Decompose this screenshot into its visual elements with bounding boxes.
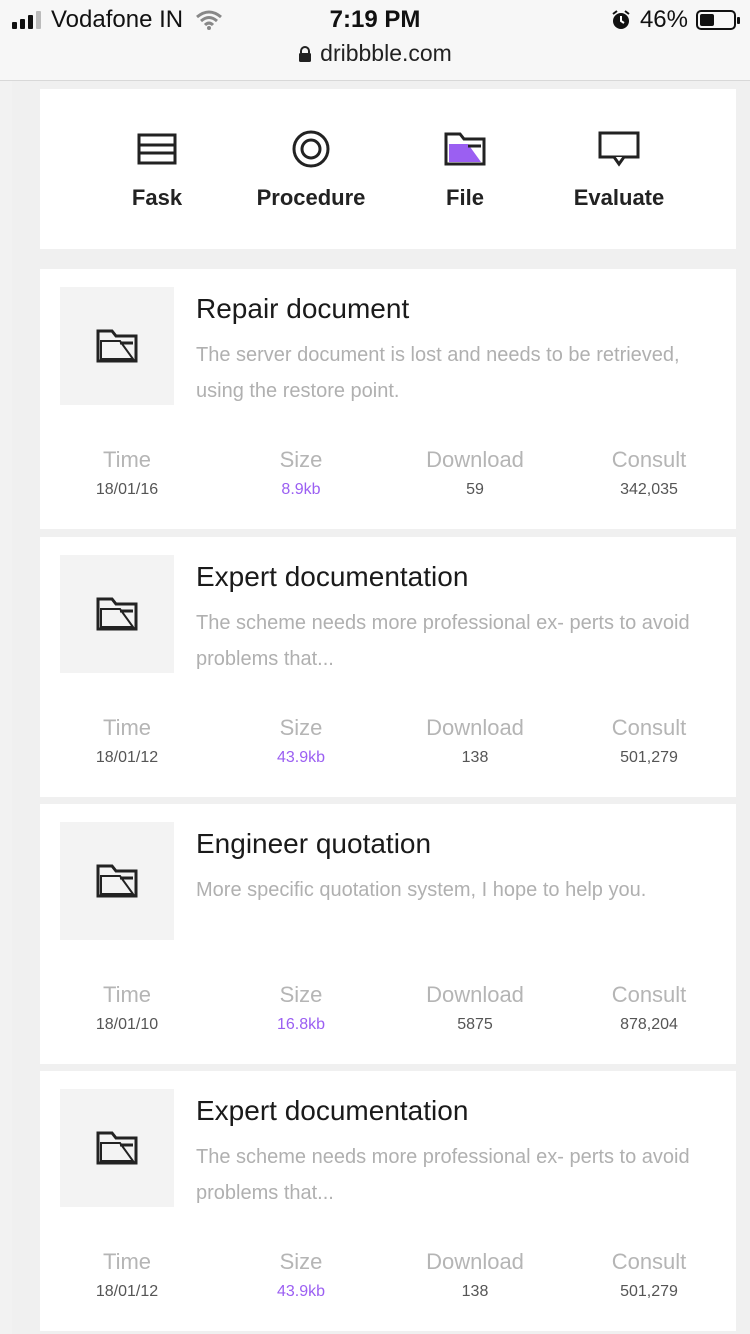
stat-size: Size 16.8kb: [236, 964, 366, 1054]
stat-value: 18/01/10: [95, 1016, 159, 1033]
stat-label: Size: [279, 1249, 323, 1274]
stat-value: 59: [466, 481, 484, 498]
document-thumbnail: [60, 1089, 174, 1207]
card-description: The scheme needs more professional ex- p…: [196, 1146, 690, 1204]
target-icon: [289, 127, 333, 171]
nav-label-fask: Fask: [131, 185, 183, 210]
stat-value: 43.9kb: [276, 1283, 326, 1300]
stat-label: Size: [279, 447, 323, 472]
category-nav: Fask Procedure File Evaluate: [40, 89, 736, 249]
document-card[interactable]: Repair document The server document is l…: [40, 269, 736, 529]
stat-download: Download 138: [410, 1231, 540, 1321]
nav-item-file[interactable]: File: [400, 127, 530, 211]
nav-item-evaluate[interactable]: Evaluate: [554, 127, 684, 211]
stat-value: 342,035: [620, 481, 678, 498]
stat-download: Download 138: [410, 697, 540, 787]
stat-label: Time: [102, 982, 152, 1007]
status-right: 46%: [610, 6, 740, 34]
stat-value: 5875: [457, 1016, 493, 1033]
stat-time: Time 18/01/12: [62, 1231, 192, 1321]
stat-time: Time 18/01/10: [62, 964, 192, 1054]
stat-label: Download: [426, 982, 524, 1007]
card-stats: Time 18/01/10 Size 16.8kb Download 5875 …: [40, 964, 736, 1054]
battery-icon: [696, 10, 740, 30]
stat-consult: Consult 501,279: [584, 1231, 714, 1321]
stat-value: 138: [461, 1283, 489, 1300]
document-thumbnail: [60, 287, 174, 405]
card-stats: Time 18/01/12 Size 43.9kb Download 138 C…: [40, 1231, 736, 1321]
stat-label: Size: [279, 715, 323, 740]
card-description: More specific quotation system, I hope t…: [196, 879, 647, 901]
document-card[interactable]: Expert documentation The scheme needs mo…: [40, 1071, 736, 1331]
lock-icon: [299, 45, 312, 62]
stat-label: Size: [279, 982, 323, 1007]
stat-value: 43.9kb: [276, 749, 326, 766]
status-bar: Vodafone IN 7:19 PM 46% dribbble.com: [0, 0, 750, 81]
document-thumbnail: [60, 555, 174, 673]
card-title: Engineer quotation: [196, 828, 432, 859]
stat-value: 138: [461, 749, 489, 766]
card-stats: Time 18/01/16 Size 8.9kb Download 59 Con…: [40, 429, 736, 519]
nav-label-procedure: Procedure: [256, 185, 366, 210]
stat-consult: Consult 878,204: [584, 964, 714, 1054]
folder-icon: [96, 1131, 138, 1165]
document-card[interactable]: Engineer quotation More specific quotati…: [40, 804, 736, 1064]
card-description: The server document is lost and needs to…: [196, 344, 680, 402]
stat-consult: Consult 342,035: [584, 429, 714, 519]
stat-size: Size 8.9kb: [236, 429, 366, 519]
nav-label-evaluate: Evaluate: [573, 185, 665, 210]
stat-time: Time 18/01/16: [62, 429, 192, 519]
stat-value: 18/01/16: [95, 481, 159, 498]
nav-label-file: File: [446, 185, 484, 210]
stat-label: Consult: [611, 447, 687, 472]
card-stats: Time 18/01/12 Size 43.9kb Download 138 C…: [40, 697, 736, 787]
card-description: The scheme needs more professional ex- p…: [196, 612, 690, 670]
stat-value: 501,279: [620, 749, 678, 766]
stat-label: Time: [102, 447, 152, 472]
stat-download: Download 59: [410, 429, 540, 519]
card-title: Repair document: [196, 293, 410, 324]
nav-item-procedure[interactable]: Procedure: [246, 127, 376, 211]
stat-label: Consult: [611, 715, 687, 740]
stat-label: Download: [426, 447, 524, 472]
alarm-icon: [612, 10, 630, 29]
folder-icon: [96, 597, 138, 631]
stat-label: Download: [426, 1249, 524, 1274]
message-icon: [597, 127, 641, 171]
battery-percent: 46%: [639, 6, 688, 33]
stat-value: 18/01/12: [95, 749, 159, 766]
address-bar[interactable]: dribbble.com: [0, 40, 750, 67]
document-card[interactable]: Expert documentation The scheme needs mo…: [40, 537, 736, 797]
card-title: Expert documentation: [196, 1095, 469, 1126]
stat-value: 878,204: [620, 1016, 678, 1033]
card-icon: [135, 127, 179, 171]
stat-value: 501,279: [620, 1283, 678, 1300]
page-content: Fask Procedure File Evaluate Repair docu…: [12, 81, 750, 1334]
nav-item-fask[interactable]: Fask: [92, 127, 222, 211]
stat-label: Time: [102, 715, 152, 740]
url-text: dribbble.com: [320, 40, 452, 66]
folder-icon: [443, 127, 487, 171]
stat-download: Download 5875: [410, 964, 540, 1054]
stat-size: Size 43.9kb: [236, 1231, 366, 1321]
document-thumbnail: [60, 822, 174, 940]
stat-value: 18/01/12: [95, 1283, 159, 1300]
stat-label: Consult: [611, 1249, 687, 1274]
folder-icon: [96, 329, 138, 363]
stat-value: 16.8kb: [276, 1016, 326, 1033]
stat-label: Time: [102, 1249, 152, 1274]
folder-icon: [96, 864, 138, 898]
stat-label: Download: [426, 715, 524, 740]
stat-time: Time 18/01/12: [62, 697, 192, 787]
stat-size: Size 43.9kb: [236, 697, 366, 787]
card-title: Expert documentation: [196, 561, 469, 592]
stat-value: 8.9kb: [281, 481, 321, 498]
stat-consult: Consult 501,279: [584, 697, 714, 787]
stat-label: Consult: [611, 982, 687, 1007]
